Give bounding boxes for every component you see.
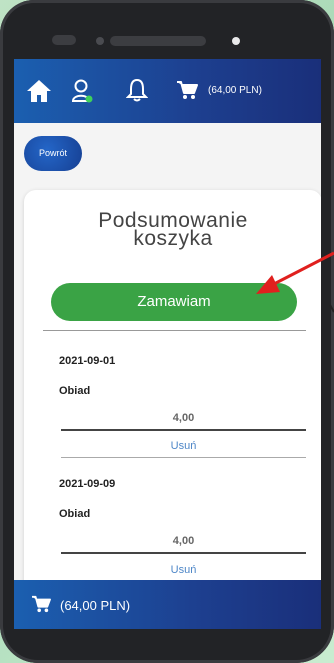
speaker bbox=[110, 36, 206, 46]
divider bbox=[43, 330, 306, 331]
cart-total-label[interactable]: (64,00 PLN) bbox=[60, 598, 130, 613]
page-title: Podsumowanie koszyka bbox=[24, 210, 321, 250]
home-icon[interactable] bbox=[26, 79, 52, 103]
user-icon[interactable] bbox=[71, 79, 93, 103]
phone-frame: (64,00 PLN) Powrót Podsumowanie koszyka … bbox=[0, 0, 334, 663]
cart-summary-card: Podsumowanie koszyka Zamawiam 2021-09-01… bbox=[24, 190, 321, 629]
sensor bbox=[52, 35, 76, 45]
app-screen: (64,00 PLN) Powrót Podsumowanie koszyka … bbox=[14, 59, 321, 629]
item-date: 2021-09-01 bbox=[59, 355, 116, 367]
item-date: 2021-09-09 bbox=[59, 478, 116, 490]
cart-icon[interactable] bbox=[31, 595, 51, 613]
item-name: Obiad bbox=[59, 385, 91, 397]
bell-icon[interactable] bbox=[126, 78, 148, 102]
cart-icon[interactable] bbox=[176, 80, 198, 100]
sensor-dot bbox=[96, 37, 104, 45]
cart-total-label[interactable]: (64,00 PLN) bbox=[208, 85, 262, 96]
item-price: 4,00 bbox=[61, 412, 306, 431]
back-button[interactable]: Powrót bbox=[24, 136, 82, 171]
remove-item-link[interactable]: Usuń bbox=[61, 440, 306, 458]
top-navbar: (64,00 PLN) bbox=[14, 59, 321, 123]
title-line-2: koszyka bbox=[133, 227, 213, 250]
bottom-cart-bar[interactable]: (64,00 PLN) bbox=[14, 580, 321, 629]
item-name: Obiad bbox=[59, 508, 91, 520]
front-camera bbox=[232, 37, 240, 45]
order-button[interactable]: Zamawiam bbox=[51, 283, 297, 321]
item-price: 4,00 bbox=[61, 535, 306, 554]
